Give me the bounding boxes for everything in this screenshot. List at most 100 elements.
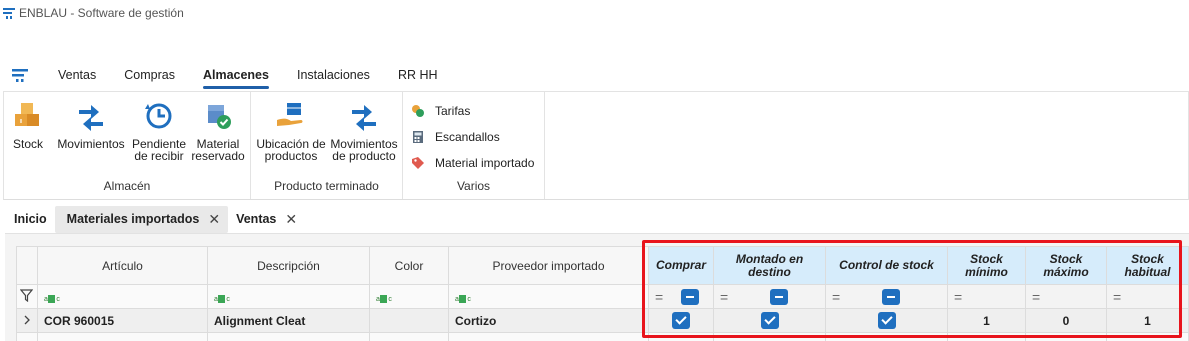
equals-operator-icon[interactable]: = bbox=[655, 289, 663, 305]
cell-stock-habitual bbox=[1106, 332, 1189, 341]
cell-proveedor[interactable]: Cortizo bbox=[448, 308, 649, 333]
filter-icon-cell[interactable] bbox=[16, 284, 38, 309]
filter-stock-maximo[interactable]: = bbox=[1025, 284, 1107, 309]
equals-operator-icon[interactable]: = bbox=[954, 289, 962, 305]
cell-stock-maximo bbox=[1025, 332, 1107, 341]
ubicacion-productos-button[interactable]: Ubicación de productos bbox=[255, 100, 327, 162]
app-logo-icon[interactable] bbox=[12, 68, 28, 82]
indeterminate-checkbox[interactable] bbox=[681, 288, 700, 305]
main-menu: Ventas Compras Almacenes Instalaciones R… bbox=[0, 60, 1189, 90]
cell-control-stock bbox=[825, 332, 948, 341]
close-icon[interactable]: ✕ bbox=[208, 211, 220, 228]
column-header-color[interactable]: Color bbox=[369, 246, 449, 285]
comprar-checkbox[interactable] bbox=[672, 312, 690, 329]
indeterminate-checkbox[interactable] bbox=[882, 288, 901, 305]
ribbon-group-label: Almacén bbox=[103, 179, 151, 193]
column-header-stock-maximo[interactable]: Stock máximo bbox=[1025, 246, 1107, 285]
transfer-arrows-icon bbox=[79, 105, 103, 131]
cell-comprar bbox=[648, 332, 714, 341]
ribbon-group-varios: Tarifas Escandallos Material importado V… bbox=[403, 92, 545, 199]
tarifas-button[interactable]: Tarifas bbox=[411, 101, 470, 121]
column-header-control-stock[interactable]: Control de stock bbox=[825, 246, 948, 285]
material-reservado-button[interactable]: Material reservado bbox=[189, 100, 247, 162]
menu-tab-rrhh[interactable]: RR HH bbox=[398, 64, 438, 86]
control-stock-checkbox[interactable] bbox=[877, 312, 896, 329]
montado-checkbox[interactable] bbox=[760, 312, 779, 329]
ribbon-group-producto-terminado: Ubicación de productos Movimientos de pr… bbox=[251, 92, 403, 199]
hand-box-icon bbox=[277, 103, 303, 126]
cell-descripcion bbox=[207, 332, 370, 341]
document-tabs: Inicio Materiales importados ✕ Ventas ✕ bbox=[0, 205, 305, 233]
doc-tab-ventas[interactable]: Ventas ✕ bbox=[228, 207, 305, 232]
equals-operator-icon[interactable]: = bbox=[832, 289, 840, 305]
column-header-descripcion[interactable]: Descripción bbox=[207, 246, 370, 285]
coins-icon bbox=[412, 105, 424, 117]
cell-articulo[interactable]: COR 960015 bbox=[37, 308, 208, 333]
filter-funnel-icon[interactable] bbox=[19, 288, 34, 302]
movimientos-button[interactable]: Movimientos bbox=[54, 100, 128, 150]
material-importado-button[interactable]: Material importado bbox=[411, 153, 534, 173]
filter-articulo[interactable]: ac bbox=[37, 284, 208, 309]
ribbon-group-label: Varios bbox=[456, 179, 491, 193]
row-expand-cell[interactable] bbox=[16, 308, 38, 333]
column-header-montado[interactable]: Montado en destino bbox=[713, 246, 826, 285]
cell-descripcion[interactable]: Alignment Cleat bbox=[207, 308, 370, 333]
table-row[interactable] bbox=[16, 332, 1189, 341]
title-bar: ENBLAU - Software de gestión bbox=[0, 0, 1189, 26]
indeterminate-checkbox[interactable] bbox=[770, 288, 789, 305]
menu-tab-instalaciones[interactable]: Instalaciones bbox=[297, 64, 370, 86]
filter-control-stock[interactable]: = bbox=[825, 284, 948, 309]
cell-montado bbox=[713, 332, 826, 341]
boxes-icon bbox=[15, 103, 39, 126]
filter-stock-minimo[interactable]: = bbox=[947, 284, 1026, 309]
escandallos-button[interactable]: Escandallos bbox=[411, 127, 500, 147]
cell-control-stock[interactable] bbox=[825, 308, 948, 333]
app-logo-icon bbox=[3, 8, 15, 19]
menu-tab-almacenes[interactable]: Almacenes bbox=[202, 64, 269, 89]
calculator-icon bbox=[413, 131, 423, 143]
column-header-comprar[interactable]: Comprar bbox=[648, 246, 714, 285]
cell-stock-minimo bbox=[947, 332, 1026, 341]
filter-color[interactable]: ac bbox=[369, 284, 449, 309]
filter-proveedor[interactable]: ac bbox=[448, 284, 649, 309]
stock-button[interactable]: Stock bbox=[9, 100, 47, 150]
doc-tab-inicio[interactable]: Inicio bbox=[0, 208, 55, 230]
menu-tab-ventas[interactable]: Ventas bbox=[58, 64, 96, 86]
tag-icon bbox=[412, 157, 424, 169]
box-check-icon bbox=[208, 105, 231, 129]
chevron-right-icon[interactable] bbox=[23, 315, 31, 325]
cell-stock-maximo[interactable]: 0 bbox=[1025, 308, 1107, 333]
equals-operator-icon[interactable]: = bbox=[1113, 289, 1121, 305]
column-header-stock-minimo[interactable]: Stock mínimo bbox=[947, 246, 1026, 285]
close-icon[interactable]: ✕ bbox=[285, 211, 297, 228]
cell-comprar[interactable] bbox=[648, 308, 714, 333]
equals-operator-icon[interactable]: = bbox=[720, 289, 728, 305]
filter-comprar[interactable]: = bbox=[648, 284, 714, 309]
pendiente-recibir-button[interactable]: Pendiente de recibir bbox=[130, 100, 188, 162]
cell-montado[interactable] bbox=[713, 308, 826, 333]
cell-stock-habitual[interactable]: 1 bbox=[1106, 308, 1189, 333]
filter-descripcion[interactable]: ac bbox=[207, 284, 370, 309]
table-row[interactable]: COR 960015 Alignment Cleat Cortizo 1 0 1 bbox=[16, 308, 1189, 333]
text-filter-icon: ac bbox=[44, 294, 60, 303]
materials-grid-area: Artículo Descripción Color Proveedor imp… bbox=[5, 233, 1189, 341]
equals-operator-icon[interactable]: = bbox=[1032, 289, 1040, 305]
column-header-stock-habitual[interactable]: Stock habitual bbox=[1106, 246, 1189, 285]
row-indicator-header bbox=[16, 246, 38, 285]
cell-color bbox=[369, 332, 449, 341]
filter-montado[interactable]: = bbox=[713, 284, 826, 309]
movimientos-producto-button[interactable]: Movimientos de producto bbox=[329, 100, 399, 162]
cell-articulo bbox=[37, 332, 208, 341]
ribbon: Stock Movimientos Pendiente de recibir M… bbox=[3, 91, 1189, 200]
ribbon-group-almacen: Stock Movimientos Pendiente de recibir M… bbox=[4, 92, 251, 199]
filter-stock-habitual[interactable]: = bbox=[1106, 284, 1189, 309]
menu-tab-compras[interactable]: Compras bbox=[124, 64, 175, 86]
cell-color[interactable] bbox=[369, 308, 449, 333]
column-header-articulo[interactable]: Artículo bbox=[37, 246, 208, 285]
doc-tab-materiales-importados[interactable]: Materiales importados ✕ bbox=[54, 205, 229, 233]
cell-stock-minimo[interactable]: 1 bbox=[947, 308, 1026, 333]
ribbon-group-label: Producto terminado bbox=[274, 179, 379, 193]
column-header-proveedor[interactable]: Proveedor importado bbox=[448, 246, 649, 285]
text-filter-icon: ac bbox=[214, 294, 230, 303]
row-expand-cell bbox=[16, 332, 38, 341]
